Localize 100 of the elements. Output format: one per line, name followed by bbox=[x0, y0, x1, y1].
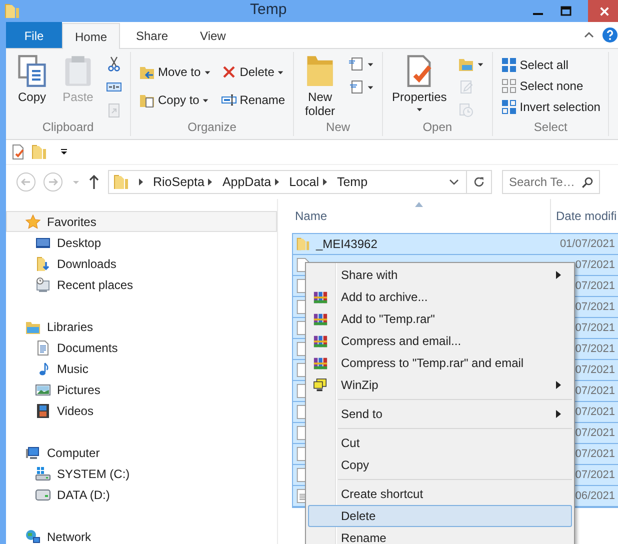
date-cell-text: 07/2021 bbox=[575, 322, 616, 334]
group-label: Open bbox=[422, 120, 454, 136]
nav-label: DATA (D:) bbox=[57, 488, 110, 502]
menu-item[interactable]: Compress and email... bbox=[308, 330, 572, 352]
date-cell-text: 07/2021 bbox=[575, 259, 616, 271]
ribbon-tab[interactable]: Share bbox=[120, 22, 184, 48]
books-icon bbox=[313, 356, 328, 371]
nav-item[interactable]: Desktop bbox=[6, 232, 277, 253]
ribbon-button[interactable]: Select none bbox=[498, 78, 604, 94]
date-cell-text: 07/2021 bbox=[575, 427, 616, 439]
chevron-icon[interactable] bbox=[322, 178, 328, 186]
caret-icon bbox=[277, 68, 284, 76]
nav-item[interactable]: Computer bbox=[6, 442, 277, 463]
ribbon-button[interactable]: Properties bbox=[388, 52, 451, 113]
chevron-icon[interactable] bbox=[138, 178, 144, 186]
ribbon-tab[interactable]: File bbox=[6, 22, 62, 48]
help-icon[interactable] bbox=[602, 27, 618, 43]
nav-item[interactable]: Downloads bbox=[6, 253, 277, 274]
dropdown-chevron-icon[interactable] bbox=[449, 178, 459, 186]
menu-item[interactable]: Add to archive... bbox=[308, 286, 572, 308]
date-cell-text: 06/2021 bbox=[575, 490, 616, 502]
menu-item[interactable]: Create shortcut bbox=[308, 483, 572, 505]
nav-item[interactable]: Libraries bbox=[6, 316, 277, 337]
nav-item[interactable]: Pictures bbox=[6, 379, 277, 400]
ribbon-button[interactable]: Rename bbox=[218, 92, 288, 108]
breadcrumb[interactable]: AppData bbox=[222, 175, 272, 189]
nav-item[interactable]: Network bbox=[6, 526, 277, 544]
search-field[interactable]: Search Te… bbox=[502, 170, 600, 194]
folder-icon bbox=[113, 173, 129, 191]
nav-item[interactable]: Recent places bbox=[6, 274, 277, 295]
up-arrow-icon[interactable] bbox=[88, 174, 100, 190]
file-row[interactable]: _MEI43962 01/07/2021 bbox=[293, 234, 618, 255]
menu-item[interactable]: Compress to "Temp.rar" and email bbox=[308, 352, 572, 374]
menu-item[interactable]: WinZip bbox=[308, 374, 572, 396]
ribbon-button[interactable]: Move to bbox=[136, 64, 214, 80]
ribbon-button[interactable]: Select all bbox=[498, 57, 604, 73]
menu-item[interactable]: Cut bbox=[308, 432, 572, 454]
column-header[interactable]: Name bbox=[289, 209, 550, 223]
drive-icon bbox=[35, 486, 51, 502]
ribbon-tab[interactable]: View bbox=[184, 22, 242, 48]
close-icon bbox=[598, 6, 610, 16]
menu-item[interactable]: Rename bbox=[308, 527, 572, 544]
chevron-icon[interactable] bbox=[274, 178, 280, 186]
menu-item[interactable]: Add to "Temp.rar" bbox=[308, 308, 572, 330]
window-title: Temp bbox=[250, 1, 287, 18]
maximize-icon[interactable] bbox=[560, 5, 572, 17]
collapse-ribbon-icon[interactable] bbox=[584, 30, 594, 40]
ribbon-tab[interactable]: Home bbox=[62, 23, 120, 49]
nav-label: Downloads bbox=[57, 256, 116, 270]
nav-item[interactable]: Favorites bbox=[6, 211, 277, 232]
document-lines-icon bbox=[348, 79, 364, 95]
nav-label: Recent places bbox=[57, 278, 134, 292]
menu-item[interactable]: Send to bbox=[308, 403, 572, 425]
nav-item[interactable]: Documents bbox=[6, 337, 277, 358]
books-icon bbox=[313, 334, 328, 349]
film-icon bbox=[35, 402, 51, 418]
breadcrumb[interactable]: RioSepta bbox=[153, 175, 204, 189]
date-cell-text: 07/2021 bbox=[575, 364, 616, 376]
close-button[interactable] bbox=[588, 0, 618, 22]
customize-caret-icon[interactable] bbox=[60, 148, 68, 156]
group-label: Clipboard bbox=[41, 120, 95, 136]
date-cell-text: 07/2021 bbox=[575, 406, 616, 418]
menu-item[interactable]: Copy bbox=[308, 454, 572, 476]
scissors-icon bbox=[106, 56, 122, 72]
refresh-icon bbox=[472, 175, 486, 189]
address-bar[interactable]: RioSepta AppData Local Temp bbox=[108, 170, 492, 194]
nav-item[interactable]: Videos bbox=[6, 400, 277, 421]
group-label: New bbox=[325, 120, 352, 136]
nav-item[interactable]: Music bbox=[6, 358, 277, 379]
group-label: Select bbox=[532, 120, 568, 136]
chevron-icon[interactable] bbox=[207, 178, 214, 186]
ribbon-button[interactable]: New folder bbox=[299, 52, 342, 118]
ribbon-button[interactable]: Invert selection bbox=[498, 99, 604, 115]
mixed-grid-icon bbox=[500, 99, 517, 115]
download-folder-icon bbox=[35, 256, 51, 272]
text-cursor-icon bbox=[220, 92, 237, 108]
submenu-arrow-icon bbox=[556, 271, 561, 279]
date-cell-text: 07/2021 bbox=[575, 469, 616, 481]
breadcrumb[interactable]: Temp bbox=[336, 175, 368, 189]
caret-icon bbox=[367, 84, 374, 90]
books-icon bbox=[313, 290, 328, 305]
nav-label: Music bbox=[57, 362, 88, 376]
nav-item[interactable]: DATA (D:) bbox=[6, 484, 277, 505]
submenu-arrow-icon bbox=[556, 410, 561, 418]
ribbon-button[interactable]: Copy bbox=[11, 52, 53, 104]
breadcrumb[interactable]: Local bbox=[289, 175, 319, 189]
folder-window-icon bbox=[458, 56, 474, 72]
ribbon-button[interactable]: Delete bbox=[218, 64, 288, 80]
nav-label: Computer bbox=[47, 446, 100, 460]
ribbon-button[interactable]: Copy to bbox=[136, 92, 214, 108]
menu-item[interactable]: Delete bbox=[308, 505, 572, 527]
folder-icon bbox=[296, 236, 310, 252]
windows-drive-icon bbox=[35, 466, 51, 482]
column-header[interactable]: Date modifi bbox=[550, 199, 617, 233]
menu-item[interactable]: Share with bbox=[308, 264, 572, 286]
date-cell-text: 07/2021 bbox=[575, 385, 616, 397]
nav-item[interactable]: SYSTEM (C:) bbox=[6, 463, 277, 484]
nav-label: SYSTEM (C:) bbox=[57, 466, 130, 480]
page-check-icon[interactable] bbox=[10, 144, 26, 160]
empty-grid-icon bbox=[500, 78, 517, 94]
